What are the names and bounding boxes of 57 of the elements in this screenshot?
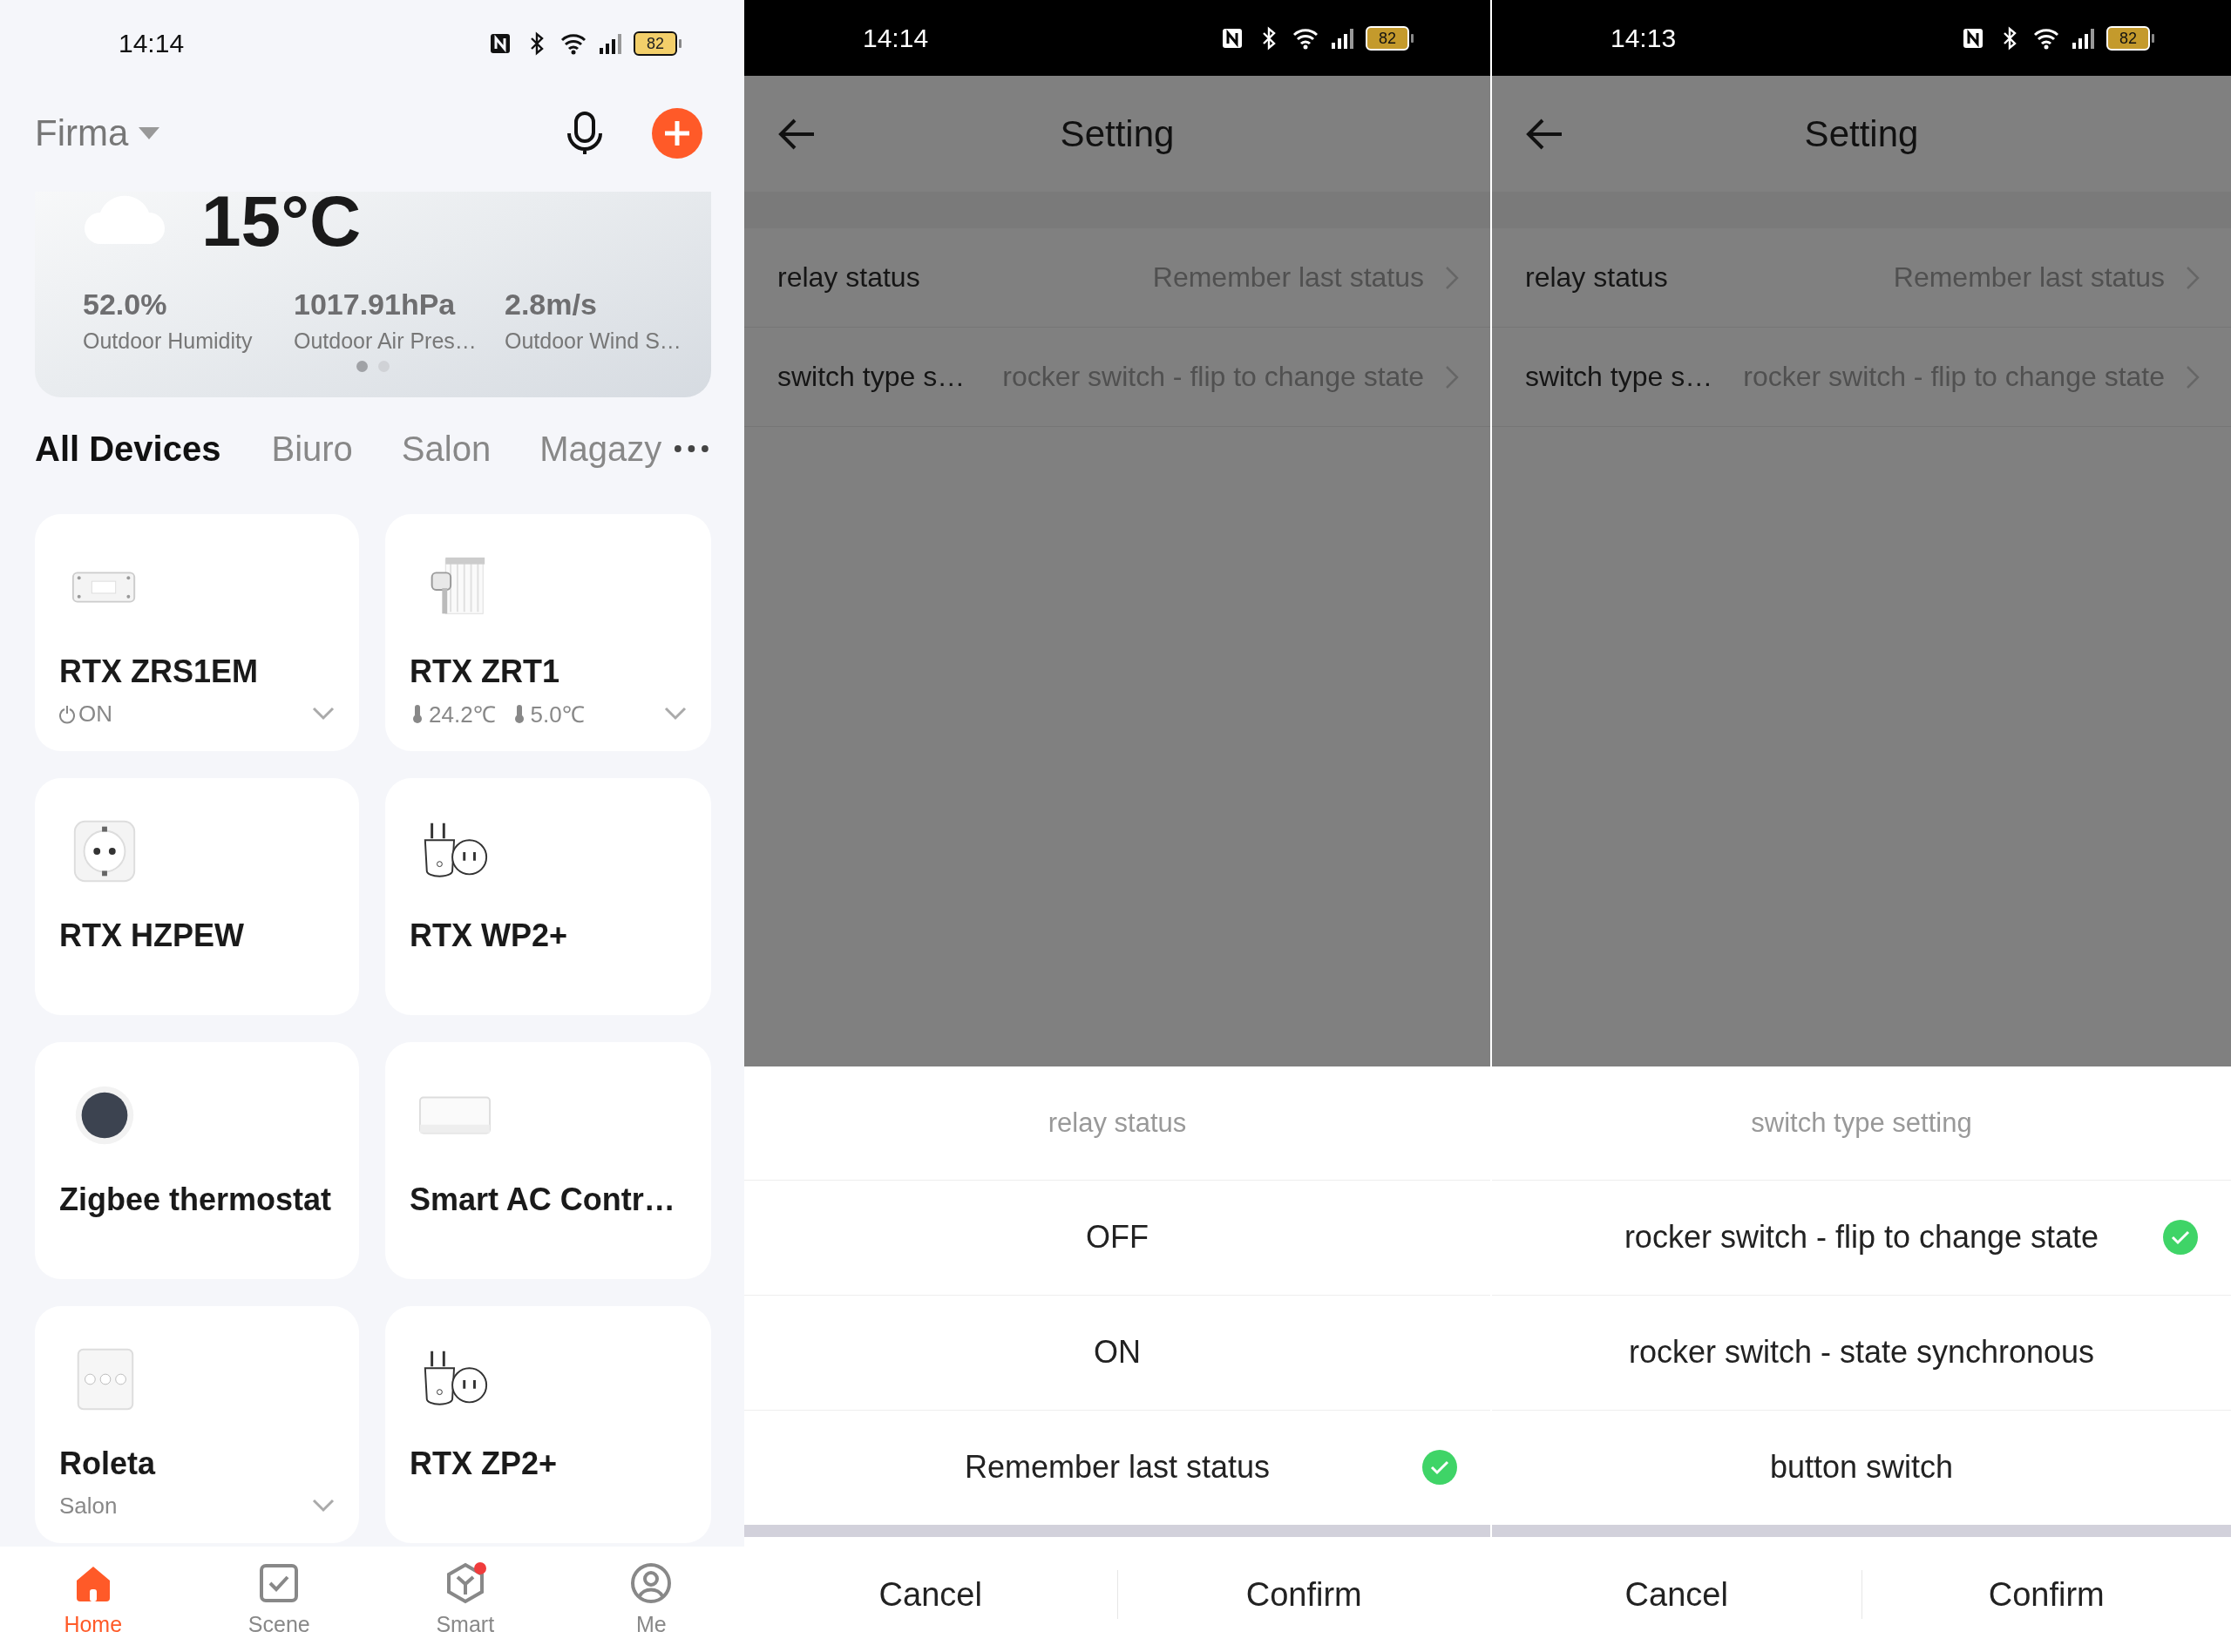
device-card[interactable]: RTX WP2+ [385,778,711,1015]
status-time: 14:14 [119,29,186,58]
device-name: Zigbee thermostat [59,1181,333,1218]
device-name: RTX HZPEW [59,917,245,954]
temperature: 15°C [201,192,362,256]
chevron-right-icon[interactable] [1445,364,1459,389]
device-name: Smart AC Contr… [410,1181,676,1218]
nav-tab[interactable]: Scene [186,1547,372,1652]
nav-tab[interactable]: Smart [372,1547,559,1652]
device-card[interactable]: RTX HZPEW [35,778,359,1015]
device-status: Salon [59,1492,118,1520]
person-icon [629,1561,674,1605]
device-status: ON [78,700,112,728]
home-name[interactable]: Firma [35,112,129,154]
status-time: 14:13 [1611,23,1678,53]
battery-indicator: 82 [634,31,682,56]
device-card[interactable]: RTX ZRS1EM ON [35,514,359,751]
weather-label: Outdoor Humidity [83,328,254,354]
device-card[interactable]: Smart AC Contr… [385,1042,711,1279]
screen-title: Setting [1804,112,1919,155]
weather-value: 2.8m/s [505,288,598,322]
device-card[interactable]: Zigbee thermostat [35,1042,359,1279]
power-icon [59,703,75,724]
caret-icon[interactable] [139,127,160,139]
weather-value: 1017.91hPa [294,288,457,322]
setting-label[interactable]: switch type s… [777,361,966,393]
status-time: 14:14 [863,23,930,53]
battery-indicator: 82 [2106,25,2154,51]
nav-tab[interactable]: Me [558,1547,744,1652]
chevron-down-icon[interactable] [664,707,687,721]
setting-label[interactable]: switch type s… [1525,361,1713,393]
chevron-right-icon[interactable] [2186,364,2200,389]
setting-label[interactable]: relay status [777,261,920,294]
device-name: RTX ZRS1EM [59,653,260,690]
device-name: Roleta [59,1446,157,1482]
weather-value: 52.0% [83,288,168,322]
more-icon[interactable] [674,444,709,453]
device-name: RTX ZRT1 [410,653,560,690]
device-card[interactable]: RTX ZP2+ [385,1306,711,1543]
device-status: 5.0℃ [530,701,585,729]
chevron-down-icon[interactable] [312,1499,335,1513]
chevron-right-icon[interactable] [2186,265,2200,290]
battery-indicator: 82 [1366,25,1414,51]
weather-label: Outdoor Wind S… [505,328,682,354]
setting-label[interactable]: relay status [1525,261,1668,294]
device-status: 24.2℃ [429,701,496,729]
device-name: RTX WP2+ [410,917,569,954]
add-icon[interactable] [652,108,702,159]
device-card[interactable]: Roleta Salon [35,1306,359,1543]
page-dot[interactable] [356,361,368,372]
chevron-down-icon[interactable] [312,707,335,721]
room-tab[interactable]: All Devices [35,429,221,469]
screen-title: Setting [1060,112,1175,155]
device-name: RTX ZP2+ [410,1446,559,1482]
chevron-right-icon[interactable] [1445,265,1459,290]
device-card[interactable]: RTX ZRT1 24.2℃ 5.0℃ [385,514,711,751]
weather-label: Outdoor Air Pres… [294,328,478,354]
